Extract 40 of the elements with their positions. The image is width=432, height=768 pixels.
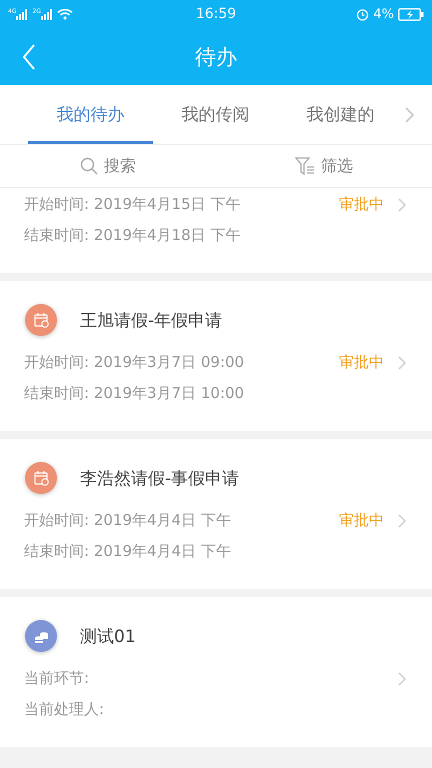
detail-text: 结束时间: 2019年4月18日 下午 [24, 226, 240, 245]
chevron-right-icon [398, 356, 406, 370]
signal-icon [16, 8, 28, 20]
list-card[interactable]: 李浩然请假-事假申请 开始时间: 2019年4月4日 下午 审批中 结束时间: 2019年4月4日 下午 [0, 439, 432, 589]
list-card[interactable]: 测试01 当前环节: 当前处理人: [0, 597, 432, 747]
back-icon [22, 44, 36, 70]
battery-icon [398, 8, 424, 20]
coins-icon [24, 619, 58, 653]
chevron-right-icon [398, 514, 406, 528]
card-title: 王旭请假-年假申请 [80, 310, 222, 332]
list-card[interactable]: 王旭请假-年假申请 开始时间: 2019年3月7日 09:00 审批中 结束时间: 2019年3月7日 10:00 [0, 281, 432, 431]
detail-text: 开始时间: 2019年4月4日 下午 [24, 511, 231, 530]
chevron-right-icon [405, 106, 414, 122]
tab[interactable]: 我创建的 [278, 88, 403, 144]
search-icon [80, 157, 98, 175]
calendar-icon [24, 303, 58, 337]
battery-percent: 4% [373, 6, 394, 22]
calendar-icon [24, 461, 58, 495]
detail-text: 结束时间: 2019年3月7日 10:00 [24, 384, 244, 403]
detail-text: 当前环节: [24, 669, 90, 688]
chevron-right-icon [398, 672, 406, 686]
wifi-icon [56, 8, 73, 20]
tab[interactable]: 我的传阅 [153, 88, 278, 144]
search-button[interactable]: 搜索 [0, 145, 216, 187]
page-title: 待办 [195, 44, 237, 70]
clock-time: 16:59 [196, 6, 236, 22]
filter-button[interactable]: 筛选 [216, 145, 432, 187]
detail-text: 结束时间: 2019年4月4日 下午 [24, 542, 231, 561]
status-text: 审批中 [339, 195, 384, 214]
filter-icon [295, 156, 315, 176]
status-text: 审批中 [339, 511, 384, 530]
status-text: 审批中 [339, 353, 384, 372]
detail-text: 开始时间: 2019年3月7日 09:00 [24, 353, 244, 372]
signal-icon [40, 8, 53, 20]
detail-text: 开始时间: 2019年4月15日 下午 [24, 195, 240, 214]
list-card[interactable]: 开始时间: 2019年4月15日 下午 审批中 结束时间: 2019年4月18日 下午 [0, 188, 432, 273]
card-title: 李浩然请假-事假申请 [80, 468, 240, 490]
detail-text: 当前处理人: [24, 700, 104, 719]
card-title: 测试01 [80, 626, 136, 648]
chevron-right-icon [398, 198, 406, 212]
